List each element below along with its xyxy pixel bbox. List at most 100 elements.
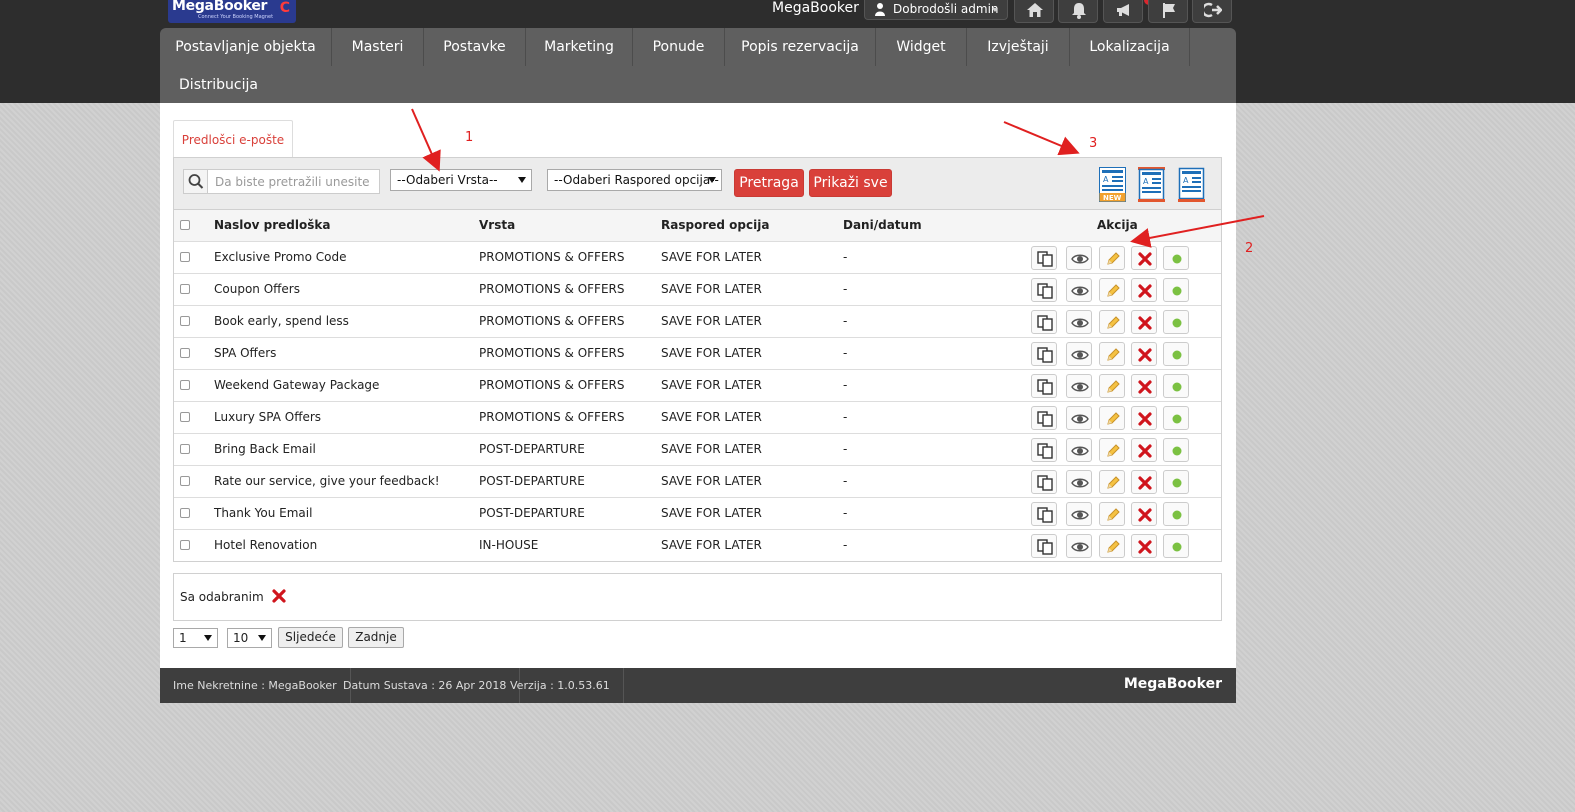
status-toggle-button[interactable] bbox=[1163, 310, 1189, 334]
nav-item-ponude[interactable]: Ponude bbox=[633, 28, 725, 66]
edit-button[interactable] bbox=[1099, 534, 1125, 558]
copy-button[interactable] bbox=[1031, 246, 1057, 270]
delete-button[interactable] bbox=[1131, 278, 1157, 302]
preview-button[interactable] bbox=[1066, 310, 1092, 334]
delete-button[interactable] bbox=[1131, 470, 1157, 494]
copy-button[interactable] bbox=[1031, 502, 1057, 526]
home-button[interactable] bbox=[1014, 0, 1054, 23]
row-checkbox[interactable] bbox=[180, 540, 190, 550]
delete-button[interactable] bbox=[1131, 342, 1157, 366]
nav-item-widget[interactable]: Widget bbox=[876, 28, 967, 66]
delete-button[interactable] bbox=[1131, 406, 1157, 430]
delete-button[interactable] bbox=[1131, 438, 1157, 462]
copy-button[interactable] bbox=[1031, 374, 1057, 398]
status-toggle-button[interactable] bbox=[1163, 278, 1189, 302]
preview-button[interactable] bbox=[1066, 470, 1092, 494]
row-checkbox[interactable] bbox=[180, 444, 190, 454]
row-days: - bbox=[843, 538, 848, 552]
row-days: - bbox=[843, 410, 848, 424]
raspored-select[interactable]: --Odaberi Raspored opcija-- bbox=[547, 169, 722, 191]
page-select[interactable]: 1 bbox=[173, 628, 218, 648]
status-toggle-button[interactable] bbox=[1163, 246, 1189, 270]
search-input[interactable] bbox=[209, 170, 379, 193]
app-logo[interactable]: MegaBooker Connect Your Booking Magnet C bbox=[168, 0, 296, 23]
table-row: Rate our service, give your feedback! POS… bbox=[173, 466, 1222, 498]
nav-item-lokalizacija[interactable]: Lokalizacija bbox=[1070, 28, 1190, 66]
preview-button[interactable] bbox=[1066, 502, 1092, 526]
row-checkbox[interactable] bbox=[180, 412, 190, 422]
row-checkbox[interactable] bbox=[180, 348, 190, 358]
edit-button[interactable] bbox=[1099, 438, 1125, 462]
edit-button[interactable] bbox=[1099, 406, 1125, 430]
notifications-button[interactable] bbox=[1058, 0, 1098, 23]
status-toggle-button[interactable] bbox=[1163, 470, 1189, 494]
delete-button[interactable] bbox=[1131, 374, 1157, 398]
edit-button[interactable] bbox=[1099, 246, 1125, 270]
status-toggle-button[interactable] bbox=[1163, 502, 1189, 526]
row-checkbox[interactable] bbox=[180, 252, 190, 262]
bulk-delete-icon[interactable] bbox=[272, 589, 286, 606]
table-row: Exclusive Promo Code PROMOTIONS & OFFERS S… bbox=[173, 242, 1222, 274]
status-toggle-button[interactable] bbox=[1163, 534, 1189, 558]
row-checkbox[interactable] bbox=[180, 380, 190, 390]
template-alt-button[interactable]: A bbox=[1178, 167, 1205, 205]
row-checkbox[interactable] bbox=[180, 284, 190, 294]
edit-button[interactable] bbox=[1099, 502, 1125, 526]
edit-button[interactable] bbox=[1099, 310, 1125, 334]
next-page-button[interactable]: Sljedeće bbox=[278, 627, 343, 648]
copy-button[interactable] bbox=[1031, 310, 1057, 334]
nav-item-izvjestaji[interactable]: Izvještaji bbox=[967, 28, 1070, 66]
delete-button[interactable] bbox=[1131, 246, 1157, 270]
last-page-button[interactable]: Zadnje bbox=[348, 627, 404, 648]
vrsta-select[interactable]: --Odaberi Vrsta-- bbox=[390, 169, 532, 191]
preview-button[interactable] bbox=[1066, 438, 1092, 462]
edit-button[interactable] bbox=[1099, 374, 1125, 398]
copy-button[interactable] bbox=[1031, 342, 1057, 366]
preview-button[interactable] bbox=[1066, 406, 1092, 430]
preview-button[interactable] bbox=[1066, 246, 1092, 270]
tab-email-templates[interactable]: Predlošci e-pošte bbox=[173, 120, 293, 158]
nav-item-masteri[interactable]: Masteri bbox=[332, 28, 424, 66]
delete-button[interactable] bbox=[1131, 502, 1157, 526]
new-template-button[interactable]: A NEW bbox=[1099, 167, 1126, 205]
search-box bbox=[183, 169, 380, 194]
svg-text:A: A bbox=[1143, 177, 1149, 186]
delete-button[interactable] bbox=[1131, 310, 1157, 334]
preview-button[interactable] bbox=[1066, 374, 1092, 398]
edit-button[interactable] bbox=[1099, 278, 1125, 302]
nav-item-postavke[interactable]: Postavke bbox=[424, 28, 526, 66]
edit-button[interactable] bbox=[1099, 470, 1125, 494]
preview-button[interactable] bbox=[1066, 534, 1092, 558]
copy-button[interactable] bbox=[1031, 534, 1057, 558]
status-toggle-button[interactable] bbox=[1163, 438, 1189, 462]
page-size-select[interactable]: 10 bbox=[227, 628, 272, 648]
preview-button[interactable] bbox=[1066, 342, 1092, 366]
nav-item-distribucija[interactable]: Distribucija bbox=[160, 66, 277, 104]
announcements-button[interactable] bbox=[1103, 0, 1143, 23]
show-all-button[interactable]: Prikaži sve bbox=[809, 169, 892, 197]
nav-item-postavljanje-objekta[interactable]: Postavljanje objekta bbox=[160, 28, 332, 66]
copy-button[interactable] bbox=[1031, 470, 1057, 494]
status-toggle-button[interactable] bbox=[1163, 342, 1189, 366]
flag-button[interactable] bbox=[1148, 0, 1188, 23]
row-checkbox[interactable] bbox=[180, 316, 190, 326]
row-checkbox[interactable] bbox=[180, 476, 190, 486]
copy-button[interactable] bbox=[1031, 278, 1057, 302]
delete-button[interactable] bbox=[1131, 534, 1157, 558]
copy-button[interactable] bbox=[1031, 406, 1057, 430]
nav-item-popis-rezervacija[interactable]: Popis rezervacija bbox=[725, 28, 876, 66]
status-toggle-button[interactable] bbox=[1163, 374, 1189, 398]
user-menu-button[interactable]: Dobrodošli admin bbox=[864, 0, 1008, 20]
edit-button[interactable] bbox=[1099, 342, 1125, 366]
status-toggle-button[interactable] bbox=[1163, 406, 1189, 430]
copy-button[interactable] bbox=[1031, 438, 1057, 462]
template-layout-button[interactable]: A bbox=[1138, 167, 1165, 205]
search-button[interactable]: Pretraga bbox=[734, 169, 804, 197]
row-schedule: SAVE FOR LATER bbox=[661, 442, 762, 456]
nav-item-marketing[interactable]: Marketing bbox=[526, 28, 633, 66]
logout-button[interactable] bbox=[1192, 0, 1232, 23]
row-checkbox[interactable] bbox=[180, 508, 190, 518]
select-all-checkbox[interactable] bbox=[180, 220, 190, 230]
preview-button[interactable] bbox=[1066, 278, 1092, 302]
search-icon[interactable] bbox=[184, 170, 208, 193]
